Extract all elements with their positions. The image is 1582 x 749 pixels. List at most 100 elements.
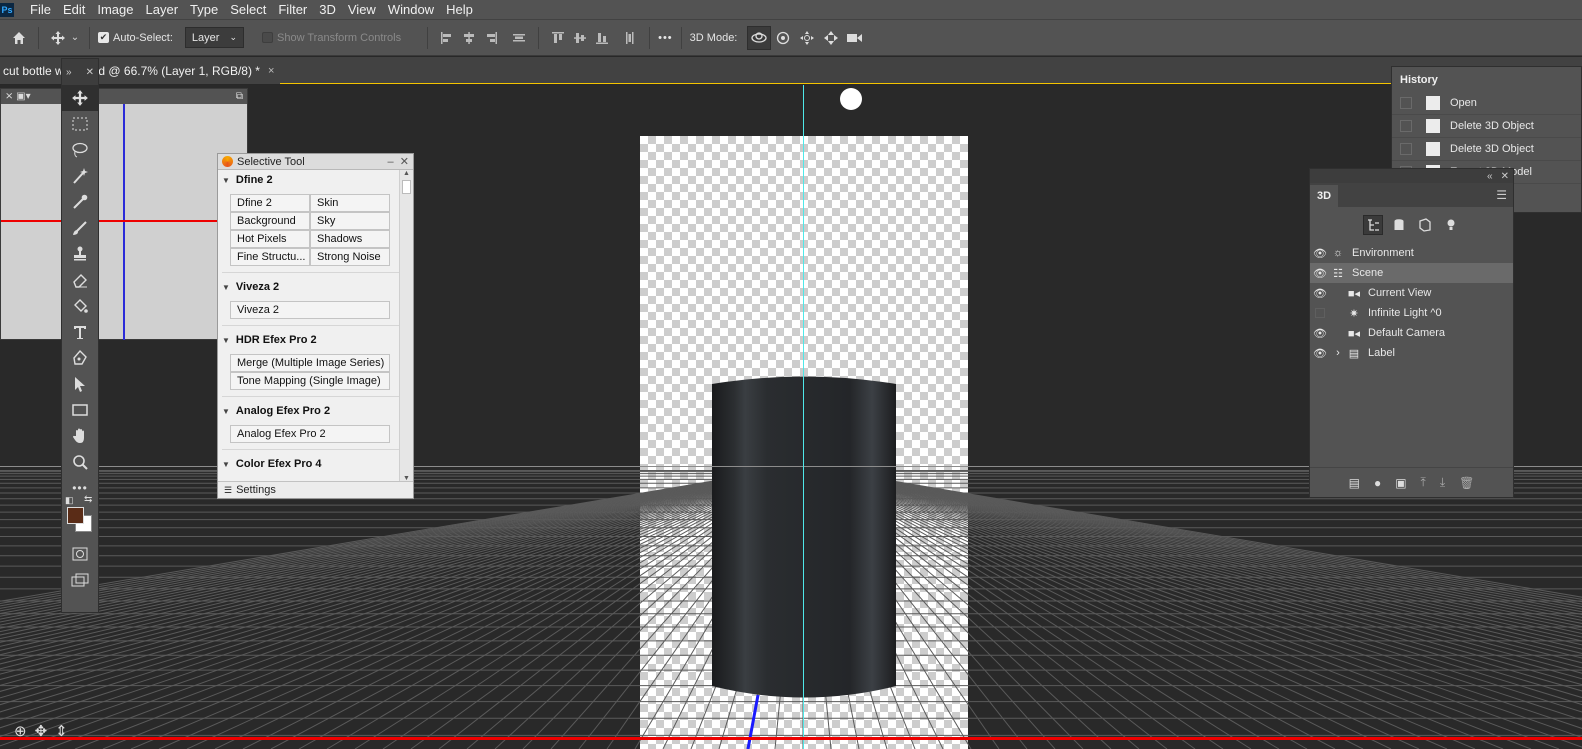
fine-structures-button[interactable]: Fine Structu...: [230, 248, 310, 266]
menu-select[interactable]: Select: [224, 2, 272, 17]
clone-stamp-tool[interactable]: [62, 241, 98, 267]
scrollbar-thumb[interactable]: [402, 180, 411, 194]
roll-3d-camera-icon[interactable]: [771, 26, 795, 50]
scrollbar[interactable]: ▲ ▼: [399, 170, 413, 482]
dfine-button[interactable]: Dfine 2: [230, 194, 310, 212]
panel-menu-icon[interactable]: ☰: [1496, 188, 1507, 202]
more-options-button[interactable]: •••: [658, 32, 673, 44]
align-left-icon[interactable]: [436, 27, 458, 49]
vertical-guide[interactable]: [803, 85, 804, 749]
strong-noise-button[interactable]: Strong Noise: [310, 248, 390, 266]
default-colors-icon[interactable]: ◧: [65, 495, 74, 506]
chevron-right-icon[interactable]: ›: [1330, 347, 1346, 359]
foreground-color-swatch[interactable]: [67, 507, 84, 524]
photoshop-logo-icon[interactable]: Ps: [0, 2, 14, 17]
magic-wand-tool[interactable]: [62, 163, 98, 189]
history-item[interactable]: Open: [1392, 92, 1581, 115]
section-header[interactable]: Color Efex Pro 4: [222, 458, 400, 470]
visibility-toggle-empty[interactable]: [1310, 308, 1330, 318]
brush-tool[interactable]: [62, 215, 98, 241]
menu-view[interactable]: View: [342, 2, 382, 17]
menu-image[interactable]: Image: [91, 2, 139, 17]
path-selection-tool[interactable]: [62, 371, 98, 397]
history-tab[interactable]: History: [1392, 68, 1446, 92]
collapse-icon[interactable]: »: [66, 67, 72, 78]
visibility-eye-icon[interactable]: 👁: [1310, 247, 1330, 260]
align-top-icon[interactable]: [547, 27, 569, 49]
minimize-icon[interactable]: –: [388, 156, 394, 168]
analog-efex-button[interactable]: Analog Efex Pro 2: [230, 425, 390, 443]
whole-scene-filter-icon[interactable]: [1362, 215, 1383, 235]
selective-tool-panel[interactable]: Selective Tool – ✕ Dfine 2 Dfine 2Skin B…: [217, 153, 414, 499]
close-icon[interactable]: ⨯ ▣▾: [5, 91, 31, 102]
color-swatches[interactable]: ◧ ⇆: [62, 494, 98, 541]
quick-mask-button[interactable]: [62, 541, 98, 567]
lasso-tool[interactable]: [62, 137, 98, 163]
close-icon[interactable]: ✕: [1501, 171, 1509, 182]
scene-item-infinite-light[interactable]: ✷ Infinite Light ^0: [1310, 303, 1513, 323]
menu-file[interactable]: File: [24, 2, 57, 17]
zoom-tool[interactable]: [62, 449, 98, 475]
marquee-tool[interactable]: [62, 111, 98, 137]
meshes-filter-icon[interactable]: [1389, 215, 1409, 235]
menu-edit[interactable]: Edit: [57, 2, 91, 17]
scene-item-current-view[interactable]: 👁 ■◂ Current View: [1310, 283, 1513, 303]
close-tab-button[interactable]: ×: [268, 65, 274, 77]
orbit-widget-icon[interactable]: ⊕: [14, 722, 27, 740]
hot-pixels-button[interactable]: Hot Pixels: [230, 230, 310, 248]
settings-label[interactable]: Settings: [236, 484, 276, 496]
selective-tool-titlebar[interactable]: Selective Tool – ✕: [218, 154, 413, 170]
menu-filter[interactable]: Filter: [272, 2, 313, 17]
render-icon[interactable]: ▣: [1395, 476, 1406, 490]
show-transform-checkbox[interactable]: [262, 32, 273, 43]
section-header[interactable]: Dfine 2: [222, 174, 400, 186]
scroll-up-icon[interactable]: ▲: [400, 170, 413, 177]
orbit-3d-camera-icon[interactable]: [747, 25, 772, 50]
type-tool[interactable]: [62, 319, 98, 345]
auto-select-checkbox[interactable]: ✔: [98, 32, 109, 43]
settings-footer[interactable]: ☰ Settings: [218, 481, 413, 498]
home-icon[interactable]: [8, 27, 30, 49]
history-item[interactable]: Delete 3D Object: [1392, 115, 1581, 138]
drop-to-plane-icon[interactable]: ⤒: [1421, 475, 1426, 490]
materials-filter-icon[interactable]: [1415, 215, 1435, 235]
visibility-eye-icon[interactable]: 👁: [1310, 347, 1330, 360]
menu-window[interactable]: Window: [382, 2, 440, 17]
visibility-eye-icon[interactable]: 👁: [1310, 287, 1330, 300]
shadows-button[interactable]: Shadows: [310, 230, 390, 248]
pan-widget-icon[interactable]: ✥: [35, 722, 48, 740]
move-tool-icon[interactable]: [47, 27, 69, 49]
menu-type[interactable]: Type: [184, 2, 224, 17]
history-checkbox[interactable]: [1400, 97, 1412, 109]
pen-tool[interactable]: [62, 345, 98, 371]
swap-colors-icon[interactable]: ⇆: [84, 494, 92, 505]
menu-help[interactable]: Help: [440, 2, 479, 17]
align-right-icon[interactable]: [480, 27, 502, 49]
visibility-eye-icon[interactable]: 👁: [1310, 327, 1330, 340]
collapse-icon[interactable]: «: [1487, 171, 1493, 182]
distribute-icon[interactable]: [508, 27, 530, 49]
chevron-down-icon[interactable]: ⌄: [69, 27, 81, 49]
section-header[interactable]: Viveza 2: [222, 281, 400, 293]
lights-filter-icon[interactable]: [1441, 215, 1461, 235]
add-mesh-icon[interactable]: ▤: [1349, 476, 1360, 490]
align-horizontal-center-icon[interactable]: [458, 27, 480, 49]
scene-item-label[interactable]: 👁 › ▤ Label: [1310, 343, 1513, 363]
menu-layer[interactable]: Layer: [140, 2, 185, 17]
scene-item-environment[interactable]: 👁 ☼ Environment: [1310, 243, 1513, 263]
3d-cylinder-object[interactable]: [640, 375, 968, 749]
move-to-ground-icon[interactable]: ⤓: [1440, 475, 1445, 490]
history-item[interactable]: Delete 3D Object: [1392, 138, 1581, 161]
section-header[interactable]: Analog Efex Pro 2: [222, 405, 400, 417]
secondary-document-window[interactable]: ⨯ ▣▾ ⧉: [0, 88, 249, 340]
align-vertical-center-icon[interactable]: [569, 27, 591, 49]
history-checkbox[interactable]: [1400, 143, 1412, 155]
add-light-icon[interactable]: ●: [1374, 476, 1381, 490]
auto-select-target-dropdown[interactable]: Layer ⌄: [184, 27, 244, 48]
align-bottom-icon[interactable]: [591, 27, 613, 49]
menu-3d[interactable]: 3D: [313, 2, 342, 17]
slide-3d-camera-icon[interactable]: [819, 26, 843, 50]
paint-bucket-tool[interactable]: [62, 293, 98, 319]
history-checkbox[interactable]: [1400, 120, 1412, 132]
scene-item-default-camera[interactable]: 👁 ■◂ Default Camera: [1310, 323, 1513, 343]
